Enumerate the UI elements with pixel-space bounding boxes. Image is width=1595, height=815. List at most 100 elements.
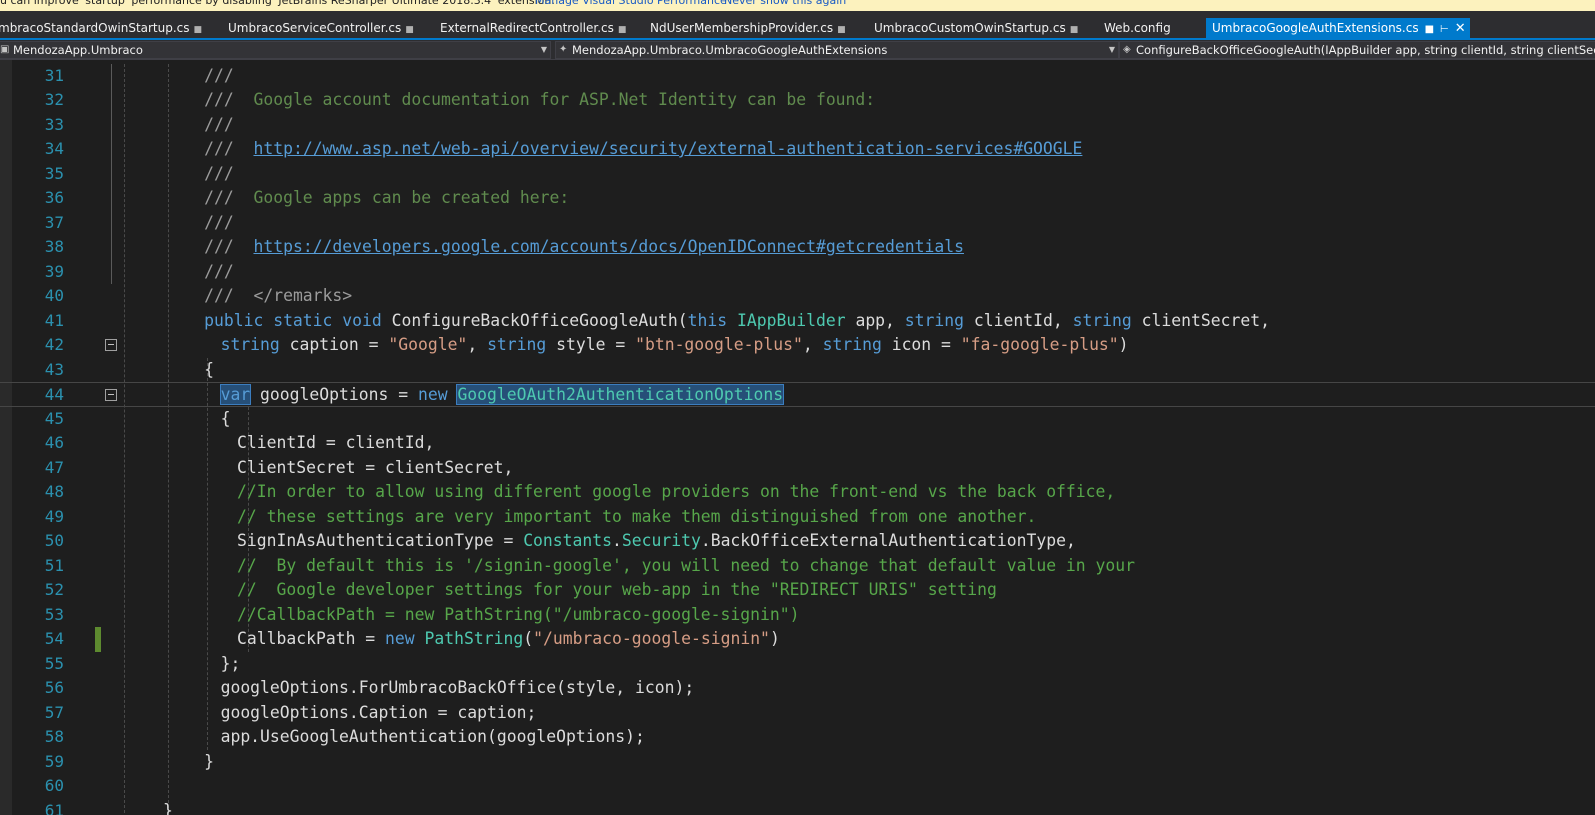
code-token: /// xyxy=(204,139,234,158)
line-number: 35 xyxy=(44,163,64,183)
tab-label: ExternalRedirectController.cs xyxy=(440,21,614,35)
code-line[interactable]: 42 string caption = "Google", string styl… xyxy=(0,333,1595,358)
code-token: Security xyxy=(621,531,701,550)
keep-open-icon[interactable]: ⊢ xyxy=(1440,24,1449,35)
code-line[interactable]: 47 ClientSecret = clientSecret, xyxy=(0,456,1595,481)
code-line[interactable]: 32 /// Google account documentation for A… xyxy=(0,88,1595,113)
tab-label: Web.config xyxy=(1104,21,1171,35)
tab-umbraco-custom-owin-startup[interactable]: UmbracoCustomOwinStartup.cs ■ xyxy=(874,18,1078,38)
member-dropdown[interactable]: ◈ ConfigureBackOfficeGoogleAuth(IAppBuil… xyxy=(1119,41,1595,59)
pin-icon[interactable]: ■ xyxy=(837,25,846,35)
tab-label: UmbracoCustomOwinStartup.cs xyxy=(874,21,1066,35)
line-number: 33 xyxy=(44,114,64,134)
code-text: //In order to allow using different goog… xyxy=(237,480,1115,505)
code-text: public static void ConfigureBackOfficeGo… xyxy=(204,309,1270,334)
chevron-down-icon: ▼ xyxy=(1108,45,1115,54)
code-line[interactable]: 51 // By default this is '/signin-google'… xyxy=(0,554,1595,579)
code-line[interactable]: 56 googleOptions.ForUmbracoBackOffice(sty… xyxy=(0,676,1595,701)
code-line[interactable]: 58 app.UseGoogleAuthentication(googleOpti… xyxy=(0,725,1595,750)
line-number: 61 xyxy=(44,800,64,815)
tab-label: NdUserMembershipProvider.cs xyxy=(650,21,834,35)
code-token: ) xyxy=(769,629,780,648)
project-dropdown[interactable]: ▣ MendozaApp.Umbraco ▼ xyxy=(0,41,551,59)
code-line[interactable]: 46 ClientId = clientId, xyxy=(0,431,1595,456)
code-text: /// Google account documentation for ASP… xyxy=(204,88,875,113)
code-line[interactable]: 37 /// xyxy=(0,211,1595,236)
code-token: "Google" xyxy=(388,335,468,354)
tab-umbraco-service-controller[interactable]: UmbracoServiceController.cs ■ xyxy=(228,18,414,38)
code-line[interactable]: 40 /// </remarks> xyxy=(0,284,1595,309)
code-token: PathString xyxy=(424,629,524,648)
code-line[interactable]: 45 { xyxy=(0,407,1595,432)
line-number: 39 xyxy=(44,261,64,281)
code-line[interactable]: 50 SignInAsAuthenticationType = Constants… xyxy=(0,529,1595,554)
manage-performance-link[interactable]: Manage Visual Studio Performance xyxy=(535,0,727,8)
code-line[interactable]: 34 /// http://www.asp.net/web-api/overvie… xyxy=(0,137,1595,162)
code-token: </remarks> xyxy=(233,286,353,305)
code-line[interactable]: 31 /// xyxy=(0,64,1595,89)
code-token: ClientId = clientId, xyxy=(237,433,435,452)
tab-label: UmbracoGoogleAuthExtensions.cs xyxy=(1212,21,1419,35)
close-icon[interactable]: ✕ xyxy=(1455,21,1466,36)
tab-external-redirect-controller[interactable]: ExternalRedirectController.cs ■ xyxy=(440,18,626,38)
code-token: Google account documentation for ASP.Net… xyxy=(233,90,876,109)
line-number: 60 xyxy=(44,776,64,795)
code-token: /// xyxy=(204,65,234,85)
code-token: }; xyxy=(220,653,241,673)
code-line[interactable]: 52 // Google developer settings for your … xyxy=(0,578,1595,603)
code-text: { xyxy=(204,358,214,383)
collapse-icon[interactable] xyxy=(105,339,117,351)
code-line[interactable]: 49 // these settings are very important t… xyxy=(0,505,1595,530)
code-text: string caption = "Google", string style … xyxy=(221,333,1129,358)
csharp-project-icon: ▣ xyxy=(0,44,10,55)
line-number: 49 xyxy=(44,506,64,526)
code-line[interactable]: 57 googleOptions.Caption = caption; xyxy=(0,701,1595,726)
tab-umbraco-standard-owin-startup[interactable]: mbracoStandardOwinStartup.cs ■ xyxy=(0,18,202,38)
code-line[interactable]: 48 //In order to allow using different go… xyxy=(0,480,1595,505)
navigation-bar: ▣ MendozaApp.Umbraco ▼ ✦ MendozaApp.Umbr… xyxy=(0,40,1595,60)
code-text: } xyxy=(204,750,214,775)
line-number: 46 xyxy=(44,433,64,452)
code-line[interactable]: 53 //CallbackPath = new PathString("/umbr… xyxy=(0,603,1595,628)
code-line[interactable]: 36 /// Google apps can be created here: xyxy=(0,186,1595,211)
code-editor[interactable]: 31 /// 32 /// Google account documentation … xyxy=(0,60,1595,815)
code-token: app.UseGoogleAuthentication(googleOption… xyxy=(220,727,645,746)
pin-icon[interactable]: ■ xyxy=(405,25,414,35)
code-line[interactable]: 61} xyxy=(0,799,1595,815)
line-number: 50 xyxy=(44,531,64,550)
code-line[interactable]: 44 var googleOptions = new GoogleOAuth2Au… xyxy=(0,382,1595,407)
code-line[interactable]: 38 /// https://developers.google.com/acco… xyxy=(0,235,1595,260)
code-line[interactable]: 39 /// xyxy=(0,260,1595,285)
doc-link[interactable]: http://www.asp.net/web-api/overview/secu… xyxy=(253,139,1082,158)
code-line[interactable]: 33 /// xyxy=(0,113,1595,138)
collapse-icon[interactable] xyxy=(105,389,117,401)
never-show-link[interactable]: Never show this again xyxy=(724,0,846,8)
code-token: , xyxy=(467,335,488,354)
code-token: new xyxy=(385,629,425,648)
pin-icon[interactable]: ■ xyxy=(618,25,627,35)
line-number: 59 xyxy=(44,751,64,771)
code-line[interactable]: 60 xyxy=(0,774,1595,799)
tab-umbraco-google-auth-extensions[interactable]: UmbracoGoogleAuthExtensions.cs ■ ⊢ ✕ xyxy=(1206,18,1470,38)
code-text: SignInAsAuthenticationType = Constants.S… xyxy=(237,529,1076,554)
pin-icon[interactable]: ■ xyxy=(1425,24,1434,35)
doc-link[interactable]: https://developers.google.com/accounts/d… xyxy=(253,237,964,256)
pin-icon[interactable]: ■ xyxy=(1070,25,1079,35)
code-line[interactable]: 54 CallbackPath = new PathString("/umbrac… xyxy=(0,627,1595,652)
tab-nd-user-membership-provider[interactable]: NdUserMembershipProvider.cs ■ xyxy=(650,18,846,38)
pin-icon[interactable]: ■ xyxy=(194,25,203,35)
code-line[interactable]: 43 { xyxy=(0,358,1595,383)
code-line[interactable]: 41 public static void ConfigureBackOffice… xyxy=(0,309,1595,334)
code-token: this xyxy=(687,310,738,330)
code-token: } xyxy=(163,800,173,815)
class-dropdown[interactable]: ✦ MendozaApp.Umbraco.UmbracoGoogleAuthEx… xyxy=(555,41,1119,59)
code-line[interactable]: 55}; xyxy=(0,652,1595,677)
code-line[interactable]: 35 /// xyxy=(0,162,1595,187)
tab-web-config[interactable]: Web.config xyxy=(1104,18,1171,38)
line-number: 45 xyxy=(44,408,64,428)
code-line[interactable]: 59} xyxy=(0,750,1595,775)
code-token: SignInAsAuthenticationType = xyxy=(237,531,524,550)
code-token: /// xyxy=(204,163,234,183)
code-text: // Google developer settings for your we… xyxy=(237,578,997,603)
